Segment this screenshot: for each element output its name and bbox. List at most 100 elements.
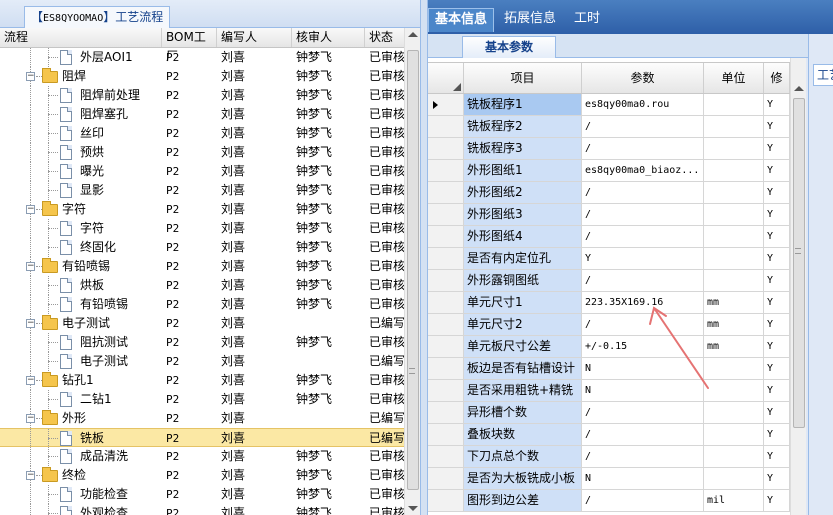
modify-cell[interactable]: Y (764, 182, 790, 203)
param-cell[interactable]: 223.35X169.16 (582, 292, 704, 313)
tree-node[interactable]: 曝光 (0, 162, 162, 181)
tree-node[interactable]: 成品清洗 (0, 447, 162, 466)
tree-row[interactable]: 阻焊塞孔 P2 刘喜 钟梦飞 已审核 (0, 105, 404, 124)
row-indicator[interactable] (428, 138, 464, 159)
scroll-up-icon[interactable] (408, 32, 418, 37)
collapse-icon[interactable]: − (26, 376, 35, 385)
param-cell[interactable]: / (582, 490, 704, 511)
unit-cell[interactable]: mm (704, 314, 764, 335)
row-indicator[interactable] (428, 270, 464, 291)
unit-cell[interactable] (704, 358, 764, 379)
param-cell[interactable]: / (582, 270, 704, 291)
row-indicator[interactable] (428, 226, 464, 247)
param-cell[interactable]: +/-0.15 (582, 336, 704, 357)
collapse-icon[interactable]: − (26, 72, 35, 81)
tree-node[interactable]: 功能检查 (0, 485, 162, 504)
modify-cell[interactable]: Y (764, 292, 790, 313)
tree-node[interactable]: 二钻1 (0, 390, 162, 409)
tree-row[interactable]: 电子测试 P2 刘喜 已编写 (0, 352, 404, 371)
collapse-icon[interactable]: − (26, 262, 35, 271)
grid-row[interactable]: 铣板程序3/ Y (428, 138, 790, 160)
tree-node[interactable]: 预烘 (0, 143, 162, 162)
row-indicator[interactable] (428, 204, 464, 225)
row-indicator[interactable] (428, 490, 464, 511)
modify-cell[interactable]: Y (764, 358, 790, 379)
tree-node[interactable]: 外层AOI1 (0, 48, 162, 67)
tree-node[interactable]: − 外形 (0, 409, 162, 428)
row-indicator[interactable] (428, 468, 464, 489)
row-indicator[interactable] (428, 314, 464, 335)
grid-row[interactable]: 单元尺寸2/mm Y (428, 314, 790, 336)
tab-basic-info[interactable]: 基本信息 (428, 8, 495, 32)
param-cell[interactable]: N (582, 468, 704, 489)
tree-row[interactable]: 曝光 P2 刘喜 钟梦飞 已审核 (0, 162, 404, 181)
tree-row[interactable]: 阻抗测试 P2 刘喜 钟梦飞 已审核 (0, 333, 404, 352)
unit-cell[interactable] (704, 402, 764, 423)
row-indicator[interactable] (428, 248, 464, 269)
col-header-process[interactable]: 流程 (0, 28, 162, 47)
unit-cell[interactable] (704, 270, 764, 291)
grid-row[interactable]: 是否有内定位孔 Y Y (428, 248, 790, 270)
param-cell[interactable]: / (582, 138, 704, 159)
unit-cell[interactable] (704, 248, 764, 269)
modify-cell[interactable]: Y (764, 226, 790, 247)
unit-cell[interactable]: mm (704, 292, 764, 313)
row-indicator[interactable] (428, 358, 464, 379)
grid-row[interactable]: 单元板尺寸公差 +/-0.15 mm Y (428, 336, 790, 358)
param-cell[interactable]: / (582, 446, 704, 467)
col-header-status[interactable]: 状态 (365, 28, 404, 47)
grid-row[interactable]: 单元尺寸1 223.35X169.16 mm Y (428, 292, 790, 314)
modify-cell[interactable]: Y (764, 204, 790, 225)
modify-cell[interactable]: Y (764, 270, 790, 291)
param-cell[interactable]: Y (582, 248, 704, 269)
tree-node[interactable]: 铣板 (0, 429, 162, 446)
tree-row[interactable]: 二钻1 P2 刘喜 钟梦飞 已审核 (0, 390, 404, 409)
param-cell[interactable]: N (582, 380, 704, 401)
tree-row[interactable]: − 钻孔1 P2 刘喜 钟梦飞 已审核 (0, 371, 404, 390)
tree-node[interactable]: 字符 (0, 219, 162, 238)
grid-row[interactable]: 铣板程序2/ Y (428, 116, 790, 138)
tree-row[interactable]: 烘板 P2 刘喜 钟梦飞 已审核 (0, 276, 404, 295)
param-cell[interactable]: / (582, 226, 704, 247)
unit-cell[interactable] (704, 138, 764, 159)
tree-row[interactable]: 功能检查 P2 刘喜 钟梦飞 已审核 (0, 485, 404, 504)
grid-row[interactable]: 板边是否有钻槽设计 N Y (428, 358, 790, 380)
tree-node[interactable]: 阻焊前处理 (0, 86, 162, 105)
grid-row[interactable]: 外形图纸3/ Y (428, 204, 790, 226)
param-cell[interactable]: / (582, 402, 704, 423)
tree-row[interactable]: − 终检 P2 刘喜 钟梦飞 已审核 (0, 466, 404, 485)
unit-cell[interactable] (704, 116, 764, 137)
tab-extended-info[interactable]: 拓展信息 (498, 8, 562, 32)
param-cell[interactable]: es8qy00ma0.rou (582, 94, 704, 115)
tree-row[interactable]: 丝印 P2 刘喜 钟梦飞 已审核 (0, 124, 404, 143)
grid-row[interactable]: 下刀点总个数 / Y (428, 446, 790, 468)
grid-row[interactable]: 异形槽个数 / Y (428, 402, 790, 424)
tree-node[interactable]: − 字符 (0, 200, 162, 219)
tree-row[interactable]: 有铅喷锡 P2 刘喜 钟梦飞 已审核 (0, 295, 404, 314)
tree-node[interactable]: 烘板 (0, 276, 162, 295)
tab-basic-params[interactable]: 基本参数 (462, 36, 556, 58)
unit-cell[interactable] (704, 380, 764, 401)
modify-cell[interactable]: Y (764, 402, 790, 423)
modify-cell[interactable]: Y (764, 380, 790, 401)
col-header-unit[interactable]: 单位 (704, 63, 764, 93)
param-cell[interactable]: / (582, 424, 704, 445)
row-indicator[interactable] (428, 182, 464, 203)
modify-cell[interactable]: Y (764, 94, 790, 115)
modify-cell[interactable]: Y (764, 248, 790, 269)
unit-cell[interactable] (704, 160, 764, 181)
unit-cell[interactable] (704, 204, 764, 225)
process-side-tab[interactable]: 工艺 (813, 64, 833, 86)
unit-cell[interactable] (704, 468, 764, 489)
collapse-icon[interactable]: − (26, 205, 35, 214)
tab-work-hours[interactable]: 工时 (568, 8, 606, 32)
unit-cell[interactable]: mm (704, 336, 764, 357)
row-indicator[interactable] (428, 116, 464, 137)
unit-cell[interactable] (704, 446, 764, 467)
tree-node[interactable]: 丝印 (0, 124, 162, 143)
param-cell[interactable]: / (582, 116, 704, 137)
grid-corner[interactable] (428, 63, 464, 93)
tree-row[interactable]: − 电子测试 P2 刘喜 已编写 (0, 314, 404, 333)
tree-node[interactable]: − 阻焊 (0, 67, 162, 86)
modify-cell[interactable]: Y (764, 468, 790, 489)
